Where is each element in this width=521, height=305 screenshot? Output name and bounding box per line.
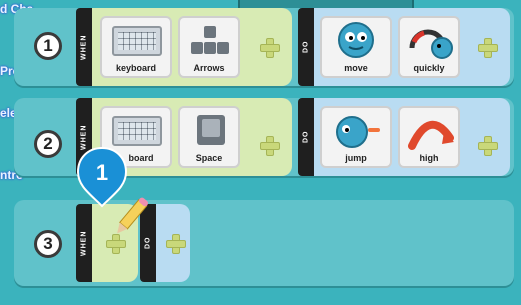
do-tile-quickly[interactable]: quickly — [398, 16, 460, 78]
do-bar-2: DO — [298, 98, 314, 176]
do-tile-jump[interactable]: jump — [320, 106, 392, 168]
step-callout-badge: 1 — [76, 146, 128, 208]
keyboard-icon — [112, 116, 162, 146]
add-do-button-2[interactable] — [476, 134, 498, 156]
keyboard-icon — [112, 26, 162, 56]
rules-editor: d Cha Prev elete ntro 1 WHEN keyboard Ar… — [0, 0, 521, 305]
speedometer-icon — [409, 29, 453, 59]
rule-number-2: 2 — [34, 130, 62, 158]
rule-row-1: 1 WHEN keyboard Arrows DO move quickly — [14, 8, 514, 86]
add-do-button-3[interactable] — [164, 232, 186, 254]
arrow-keys-icon — [191, 26, 229, 54]
add-when-button-2[interactable] — [258, 134, 280, 156]
when-bar-3: WHEN — [76, 204, 92, 282]
do-tile-high[interactable]: high — [398, 106, 460, 168]
when-tile-space[interactable]: Space — [178, 106, 240, 168]
space-key-icon — [197, 115, 225, 145]
rule-number-1: 1 — [34, 32, 62, 60]
character-move-icon — [338, 22, 374, 58]
when-tile-keyboard[interactable]: keyboard — [100, 16, 172, 78]
when-bar-1: WHEN — [76, 8, 92, 86]
character-jump-icon — [336, 116, 380, 148]
step-callout-number: 1 — [96, 160, 108, 185]
rule-row-3: 3 WHEN DO — [14, 197, 514, 286]
add-do-button-1[interactable] — [476, 36, 498, 58]
arc-high-icon — [408, 120, 454, 150]
rule-number-3: 3 — [34, 230, 62, 258]
add-when-button-1[interactable] — [258, 36, 280, 58]
when-tile-arrows[interactable]: Arrows — [178, 16, 240, 78]
do-tile-move[interactable]: move — [320, 16, 392, 78]
do-bar-1: DO — [298, 8, 314, 86]
